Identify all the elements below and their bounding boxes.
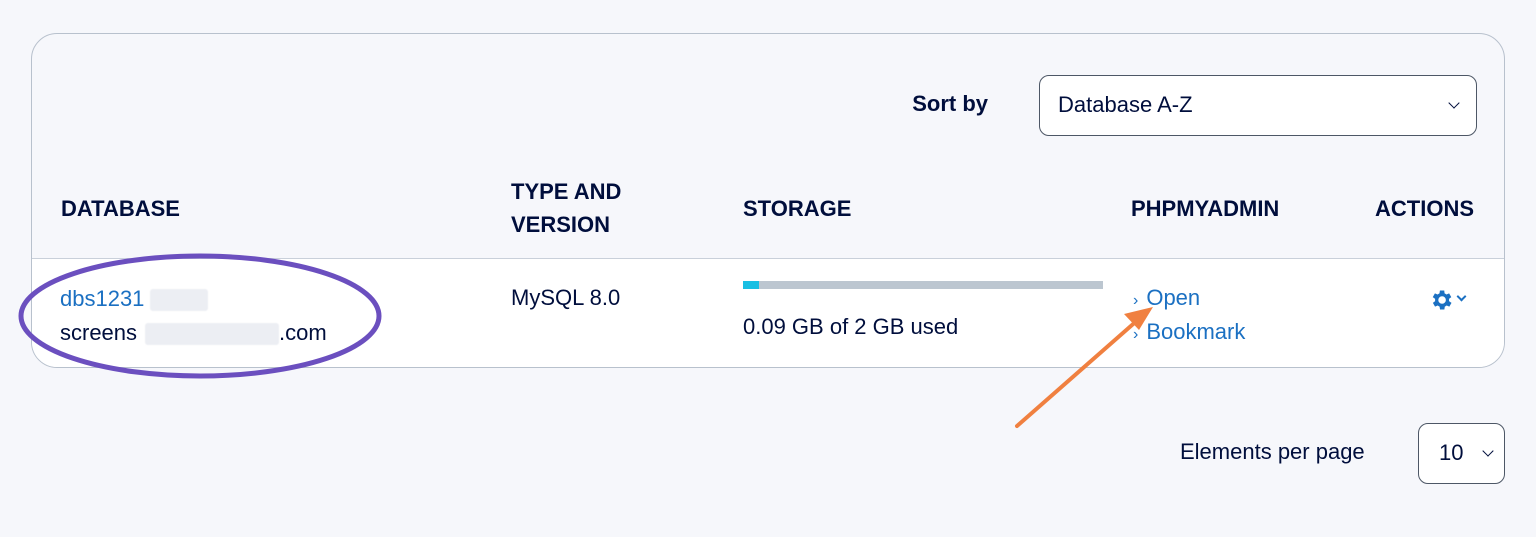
per-page-value: 10 xyxy=(1439,440,1464,465)
per-page-select[interactable]: 10 xyxy=(1418,423,1505,484)
chevron-right-icon: › xyxy=(1133,326,1139,343)
bookmark-link-label: Bookmark xyxy=(1146,319,1246,344)
actions-menu-button[interactable] xyxy=(1428,287,1467,318)
storage-progress-fill xyxy=(743,281,760,289)
databases-card: Sort by Database A-Z DATABASE TYPE AND V… xyxy=(31,33,1505,368)
redacted-area xyxy=(145,323,279,345)
sort-select[interactable]: Database A-Z xyxy=(1039,75,1477,136)
table-row: dbs1231 screens .com MySQL 8.0 0.09 GB o… xyxy=(32,258,1504,367)
open-link-label: Open xyxy=(1146,285,1201,310)
column-header-type-line1: TYPE AND xyxy=(511,179,622,204)
column-header-storage: STORAGE xyxy=(743,196,852,221)
column-header-actions: ACTIONS xyxy=(1375,196,1474,221)
per-page-label: Elements per page xyxy=(1180,439,1365,464)
storage-progress-bar xyxy=(743,281,1103,289)
gear-icon xyxy=(1432,290,1452,310)
redacted-area xyxy=(150,289,208,311)
chevron-down-icon xyxy=(1482,445,1494,457)
chevron-right-icon: › xyxy=(1133,292,1139,309)
sort-label: Sort by xyxy=(912,91,988,116)
database-host-suffix: .com xyxy=(279,320,327,345)
column-header-type-version: TYPE AND VERSION xyxy=(511,175,621,241)
phpmyadmin-bookmark-link[interactable]: › Bookmark xyxy=(1133,315,1245,352)
column-header-database: DATABASE xyxy=(61,196,180,221)
phpmyadmin-open-link[interactable]: › Open xyxy=(1133,281,1200,318)
database-name-link[interactable]: dbs1231 xyxy=(60,282,144,316)
chevron-down-icon xyxy=(1456,291,1467,302)
database-host-prefix: screens xyxy=(60,320,138,345)
type-version-value: MySQL 8.0 xyxy=(511,285,621,310)
chevron-down-icon xyxy=(1448,97,1460,109)
column-header-type-line2: VERSION xyxy=(511,212,611,237)
sort-select-value: Database A-Z xyxy=(1058,92,1193,117)
storage-used-text: 0.09 GB of 2 GB used xyxy=(743,314,959,339)
column-header-phpmyadmin: PHPMYADMIN xyxy=(1131,196,1280,221)
